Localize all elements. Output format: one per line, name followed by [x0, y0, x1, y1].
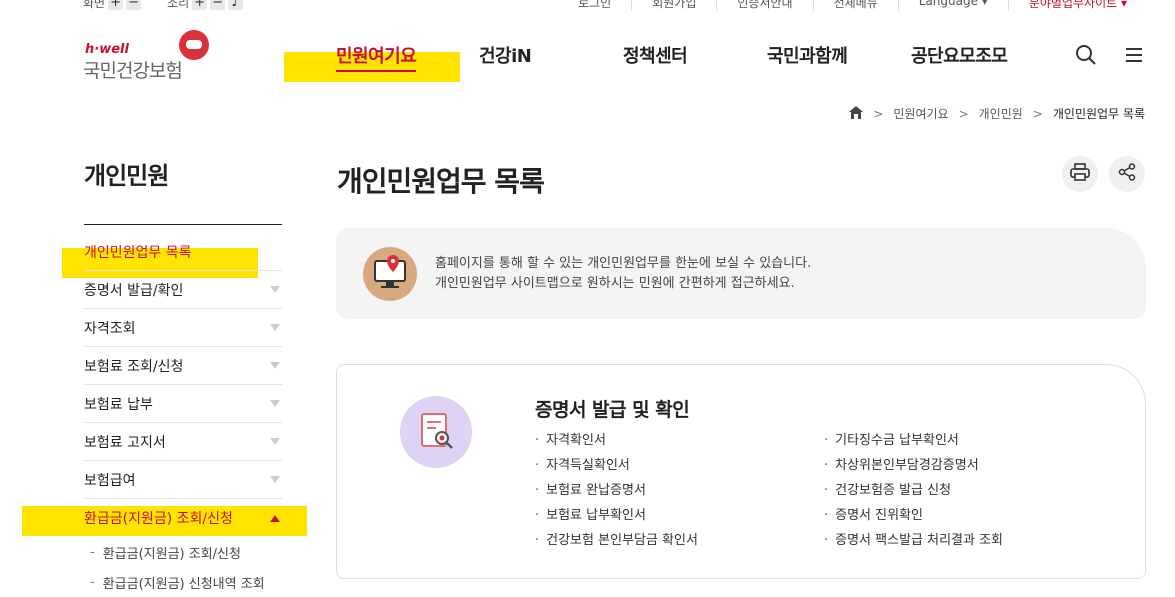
- lnb-item-refund[interactable]: 환급금(지원금) 조회/신청: [84, 499, 282, 537]
- lnb-item-label: 환급금(지원금) 조회/신청: [84, 511, 233, 527]
- all-menu-link[interactable]: 전체메뉴: [812, 0, 898, 11]
- breadcrumb-item[interactable]: 개인민원: [979, 105, 1023, 122]
- card-link[interactable]: 증명서 진위확인: [824, 506, 1003, 531]
- lnb-title: 개인민원: [84, 162, 169, 190]
- lnb-item-premium-inquiry[interactable]: 보험료 조회/신청: [84, 347, 282, 385]
- gnb-item-health[interactable]: 건강iN: [479, 42, 532, 68]
- card-link[interactable]: 건강보험 본인부담금 확인서: [535, 531, 698, 556]
- sound-increase-button[interactable]: +: [192, 0, 208, 10]
- home-icon[interactable]: [849, 105, 864, 122]
- card-link[interactable]: 자격확인서: [535, 431, 698, 456]
- sound-label: 소리: [167, 0, 190, 10]
- lnb-item-benefit[interactable]: 보험급여: [84, 461, 282, 499]
- lnb-item-list[interactable]: 개인민원업무 목록: [84, 233, 282, 271]
- lnb-item-label: 자격조회: [84, 320, 136, 337]
- card-link[interactable]: 건강보험증 발급 신청: [824, 481, 1003, 506]
- card-title: 증명서 발급 및 확인: [535, 399, 690, 421]
- print-button[interactable]: [1062, 156, 1098, 192]
- font-decrease-button[interactable]: −: [126, 0, 142, 10]
- breadcrumb-current: 개인민원업무 목록: [1052, 107, 1145, 121]
- lnb-item-qualification[interactable]: 자격조회: [84, 309, 282, 347]
- utility-bar: 화면 + − 소리 + − ♪ 로그인 회원가입 인증서안내 전체메뉴 Lang…: [0, 0, 1175, 12]
- chevron-down-icon: [270, 362, 280, 369]
- card-list-right: 기타징수금 납부확인서 차상위본인부담경감증명서 건강보험증 발급 신청 증명서…: [824, 431, 1003, 556]
- lnb-subitem[interactable]: - 환급금(지원금) 조회/신청: [84, 537, 282, 567]
- gnb-tools: [1075, 44, 1145, 66]
- chevron-down-icon: [270, 438, 280, 445]
- lnb-item-label: 개인민원업무 목록: [84, 244, 192, 261]
- card-link[interactable]: 자격득실확인서: [535, 456, 698, 481]
- certificate-guide-link[interactable]: 인증서안내: [716, 0, 812, 11]
- monitor-location-icon: [363, 247, 417, 301]
- breadcrumb-item[interactable]: 민원여기요: [893, 105, 948, 122]
- lnb-item-label: 보험료 납부: [84, 396, 153, 413]
- gnb-item-policy[interactable]: 정책센터: [623, 42, 688, 68]
- info-text-line2: 개인민원업무 사이트맵으로 원하시는 민원에 간편하게 접근하세요.: [435, 276, 795, 291]
- chevron-down-icon: [270, 286, 280, 293]
- share-button[interactable]: [1109, 156, 1145, 192]
- signup-link[interactable]: 회원가입: [631, 0, 716, 11]
- lnb-item-premium-payment[interactable]: 보험료 납부: [84, 385, 282, 423]
- card-link[interactable]: 기타징수금 납부확인서: [824, 431, 1003, 456]
- print-icon: [1070, 163, 1090, 185]
- certificate-card: 증명서 발급 및 확인 자격확인서 자격득실확인서 보험료 완납증명서 보험료 …: [336, 364, 1146, 579]
- card-link[interactable]: 차상위본인부담경감증명서: [824, 456, 1003, 481]
- lnb-item-label: 보험급여: [84, 472, 136, 489]
- sound-decrease-button[interactable]: −: [210, 0, 226, 10]
- card-link[interactable]: 보험료 완납증명서: [535, 481, 698, 506]
- lnb-item-label: 보험료 고지서: [84, 434, 166, 451]
- main-nav: 민원여기요 건강iN 정책센터 국민과함께 공단요모조모: [0, 42, 1175, 72]
- page-title: 개인민원업무 목록: [337, 165, 545, 198]
- card-link[interactable]: 보험료 납부확인서: [535, 506, 698, 531]
- lnb-item-certificate[interactable]: 증명서 발급/확인: [84, 271, 282, 309]
- divider: [84, 224, 282, 225]
- card-link[interactable]: 증명서 팩스발급 처리결과 조회: [824, 531, 1003, 556]
- lnb-subitem[interactable]: - 환급금(지원금) 신청내역 조회: [84, 567, 282, 597]
- card-list-left: 자격확인서 자격득실확인서 보험료 완납증명서 보험료 납부확인서 건강보험 본…: [535, 431, 698, 556]
- menu-icon[interactable]: [1123, 44, 1145, 66]
- info-banner: 홈페이지를 통해 할 수 있는 개인민원업무를 한눈에 보실 수 있습니다. 개…: [336, 228, 1146, 319]
- lnb-item-label: 보험료 조회/신청: [84, 358, 184, 375]
- lnb-subitem-label: 환급금(지원금) 조회/신청: [102, 546, 241, 562]
- lnb-item-label: 증명서 발급/확인: [84, 282, 184, 299]
- lnb-item-premium-notice[interactable]: 보험료 고지서: [84, 423, 282, 461]
- gnb-item-civil[interactable]: 민원여기요: [336, 42, 417, 72]
- search-icon[interactable]: [1075, 44, 1097, 66]
- speaker-icon[interactable]: ♪: [228, 0, 244, 10]
- breadcrumb: > 민원여기요 > 개인민원 > 개인민원업무 목록: [849, 105, 1145, 122]
- chevron-down-icon: [270, 324, 280, 331]
- gnb-item-about[interactable]: 공단요모조모: [911, 42, 1008, 68]
- font-size-label: 화면: [83, 0, 106, 10]
- chevron-down-icon: [270, 400, 280, 407]
- chevron-down-icon: [270, 476, 280, 483]
- share-icon: [1118, 163, 1136, 185]
- side-nav: 개인민원업무 목록 증명서 발급/확인 자격조회 보험료 조회/신청 보험료 납…: [84, 233, 282, 597]
- font-increase-button[interactable]: +: [108, 0, 124, 10]
- gnb-item-together[interactable]: 국민과함께: [767, 42, 848, 68]
- language-dropdown[interactable]: Language ▾: [897, 0, 1008, 11]
- login-link[interactable]: 로그인: [558, 0, 631, 11]
- info-text-line1: 홈페이지를 통해 할 수 있는 개인민원업무를 한눈에 보실 수 있습니다.: [435, 256, 812, 271]
- field-sites-dropdown[interactable]: 분야별업무사이트 ▾: [1007, 0, 1147, 11]
- chevron-up-icon: [270, 514, 280, 522]
- document-search-icon: [400, 396, 472, 468]
